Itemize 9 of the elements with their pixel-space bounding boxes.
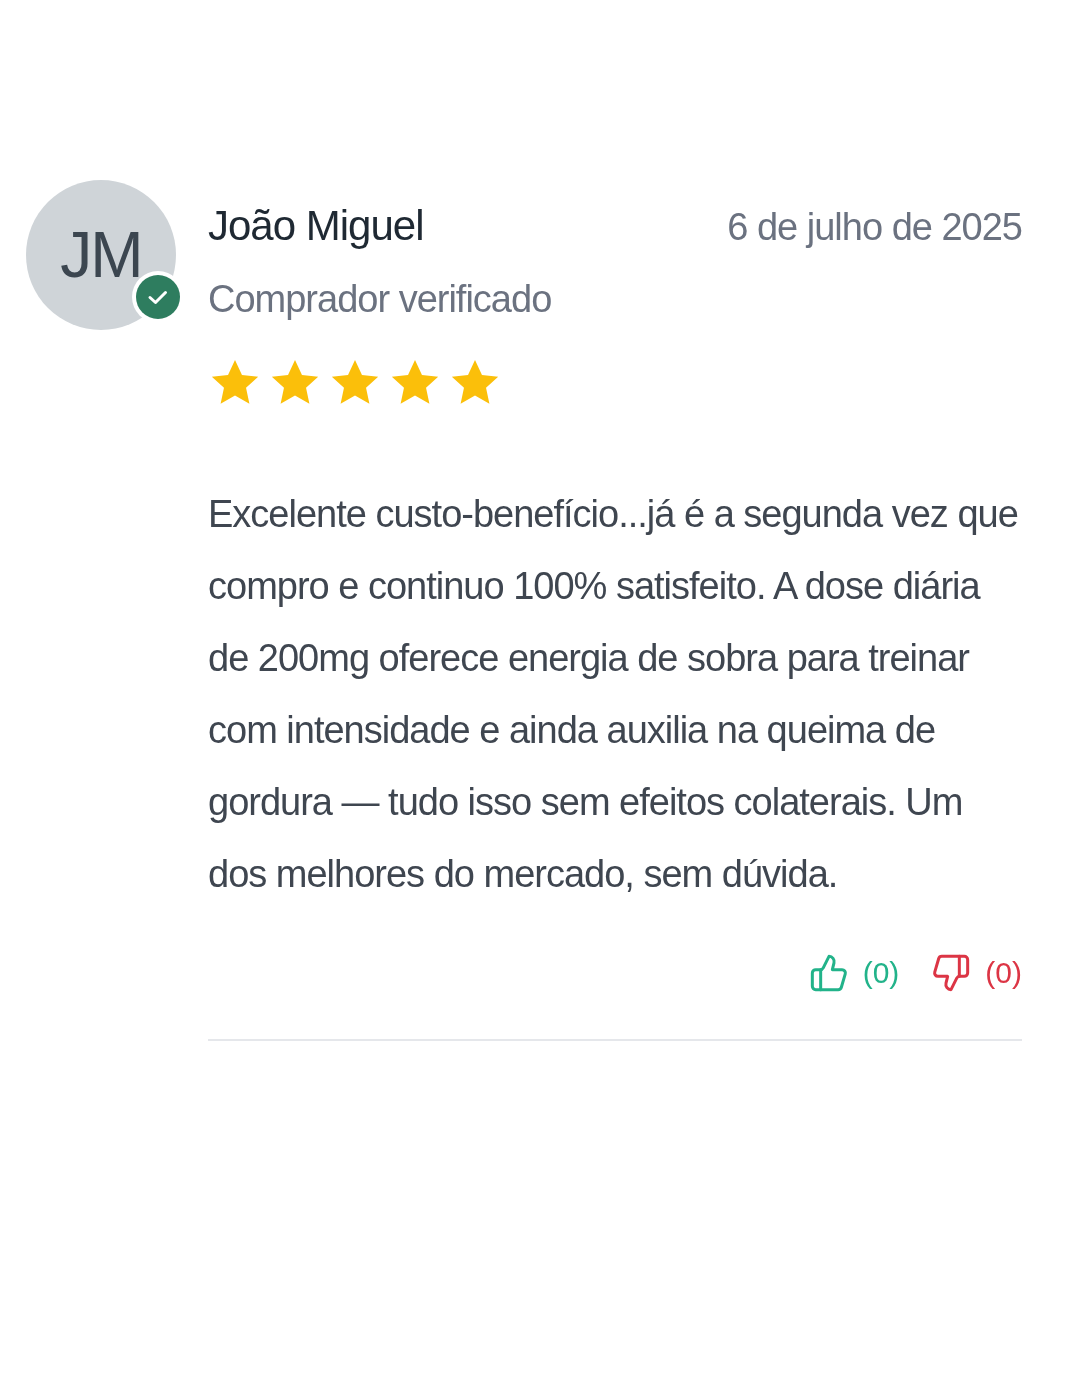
thumbs-up-icon[interactable] xyxy=(808,952,849,993)
review-date: 6 de julho de 2025 xyxy=(727,205,1022,250)
review-text: Excelente custo-benefício...já é a segunda vez que compro e continuo 100% satisfeito. A dose diária de 200mg oferece energia de sobra para treinar com intensidade e ainda auxilia na queima de gordura — tudo isso sem efeitos colaterais. Um dos melhores do mercado, sem dúvida. xyxy=(208,492,1019,897)
avatar-initials: JM xyxy=(60,218,142,293)
verified-buyer-label: Comprador verificado xyxy=(208,277,553,322)
helpful-count: (0) xyxy=(862,955,900,991)
thumbs-down-icon[interactable] xyxy=(931,952,972,993)
reviewer-name: João Miguel xyxy=(208,201,424,251)
unhelpful-count: (0) xyxy=(985,955,1022,991)
